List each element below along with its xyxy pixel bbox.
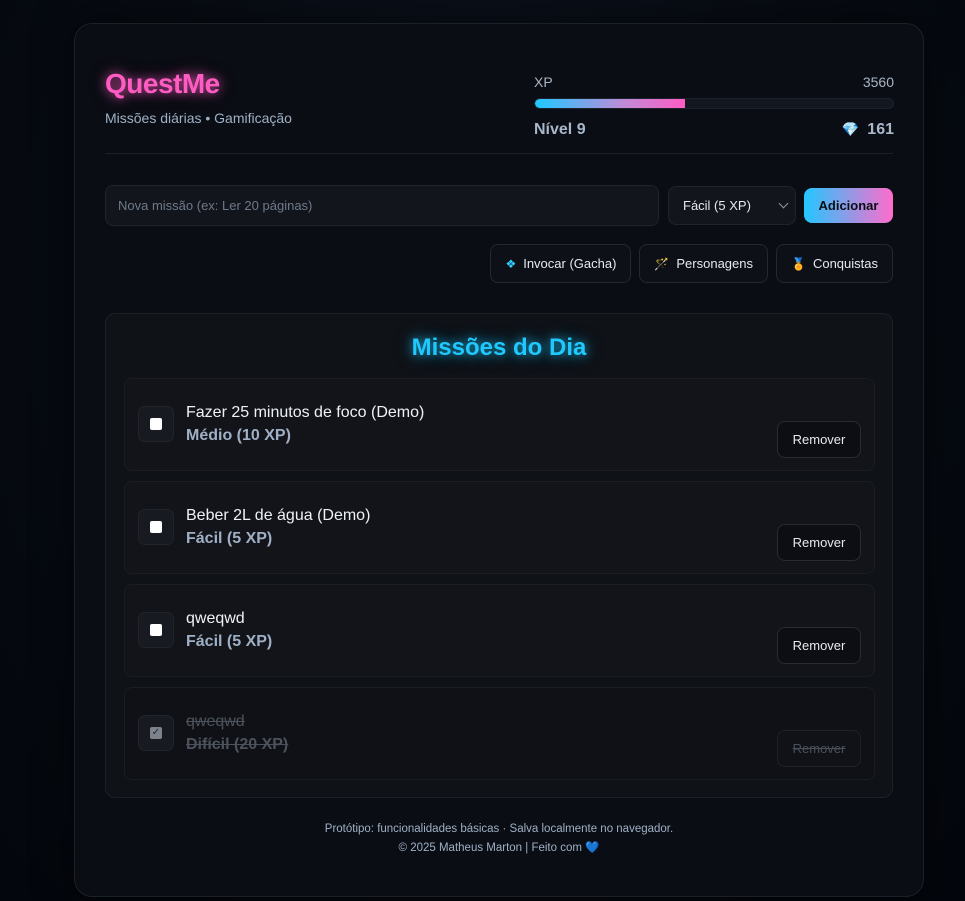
footer: Protótipo: funcionalidades básicas · Sal… <box>75 820 923 858</box>
achievements-label: Conquistas <box>812 256 878 271</box>
checkbox-box <box>150 418 162 430</box>
header-divider <box>105 153 893 154</box>
summon-gacha-button[interactable]: ❖ Invocar (Gacha) <box>490 244 632 283</box>
mission-name: qweqwd <box>186 713 245 730</box>
mission-item-completed: ✓ qweqwd Difícil (20 XP) Remover <box>124 687 875 780</box>
action-buttons: ❖ Invocar (Gacha) 🪄 Personagens 🏅 Conqui… <box>490 244 893 283</box>
mission-difficulty: Difícil (20 XP) <box>186 736 289 753</box>
xp-value: 3560 <box>862 74 894 90</box>
add-mission-button[interactable]: Adicionar <box>804 187 893 223</box>
characters-label: Personagens <box>676 256 753 271</box>
gem-icon: 💎 <box>841 121 860 137</box>
summon-gacha-label: Invocar (Gacha) <box>523 256 617 271</box>
remove-mission-button[interactable]: Remover <box>777 524 861 561</box>
xp-label: XP <box>534 74 553 90</box>
gems-counter: 💎 161 <box>842 121 894 139</box>
app-card: QuestMe Missões diárias • Gamificação XP… <box>74 23 924 897</box>
mission-checkbox[interactable] <box>138 612 174 648</box>
checkmark-icon: ✓ <box>150 727 162 739</box>
mission-difficulty: Fácil (5 XP) <box>186 633 273 650</box>
mission-checkbox[interactable] <box>138 406 174 442</box>
app-title: QuestMe <box>105 68 220 99</box>
new-mission-input[interactable] <box>105 184 659 226</box>
chevron-down-icon <box>778 198 789 209</box>
mission-difficulty: Fácil (5 XP) <box>186 530 273 547</box>
xp-panel: XP 3560 Nível 9 💎 161 <box>534 74 894 139</box>
difficulty-selected-value: Fácil (5 XP) <box>683 197 751 213</box>
mission-item: Fazer 25 minutos de foco (Demo) Médio (1… <box>124 378 875 471</box>
checkbox-box <box>150 521 162 533</box>
daily-missions-panel: Missões do Dia Fazer 25 minutos de foco … <box>105 313 893 798</box>
xp-progress-bar <box>534 98 894 109</box>
remove-mission-button[interactable]: Remover <box>777 627 861 664</box>
achievements-button[interactable]: 🏅 Conquistas <box>776 244 893 283</box>
footer-note: Protótipo: funcionalidades básicas · Sal… <box>324 823 674 835</box>
xp-progress-fill <box>535 99 686 108</box>
mission-list: Fazer 25 minutos de foco (Demo) Médio (1… <box>124 378 875 790</box>
mission-item: qweqwd Fácil (5 XP) Remover <box>124 584 875 677</box>
brand: QuestMe Missões diárias • Gamificação <box>105 68 292 126</box>
remove-mission-button[interactable]: Remover <box>777 730 861 767</box>
mission-difficulty: Médio (10 XP) <box>186 427 291 444</box>
level-label: Nível 9 <box>534 121 586 138</box>
gacha-icon: ❖ <box>505 256 517 271</box>
mission-checkbox-checked[interactable]: ✓ <box>138 715 174 751</box>
difficulty-select[interactable]: Fácil (5 XP) <box>668 185 796 225</box>
gems-value: 161 <box>867 121 894 138</box>
remove-mission-button[interactable]: Remover <box>777 421 861 458</box>
characters-button[interactable]: 🪄 Personagens <box>639 244 768 283</box>
mission-name: Fazer 25 minutos de foco (Demo) <box>186 404 425 421</box>
footer-credits: © 2025 Matheus Marton | Feito com 💙 <box>75 839 923 858</box>
medal-icon: 🏅 <box>791 256 806 271</box>
app-subtitle: Missões diárias • Gamificação <box>105 110 292 126</box>
mission-name: Beber 2L de água (Demo) <box>186 507 371 524</box>
wand-icon: 🪄 <box>654 256 670 271</box>
footer-copyright: © 2025 Matheus Marton | Feito com <box>398 842 582 854</box>
mission-checkbox[interactable] <box>138 509 174 545</box>
checkbox-box <box>150 624 162 636</box>
mission-item: Beber 2L de água (Demo) Fácil (5 XP) Rem… <box>124 481 875 574</box>
mission-name: qweqwd <box>186 610 245 627</box>
heart-icon: 💙 <box>585 842 600 854</box>
add-mission-form: Fácil (5 XP) Adicionar <box>105 184 893 226</box>
panel-title: Missões do Dia <box>411 334 587 361</box>
